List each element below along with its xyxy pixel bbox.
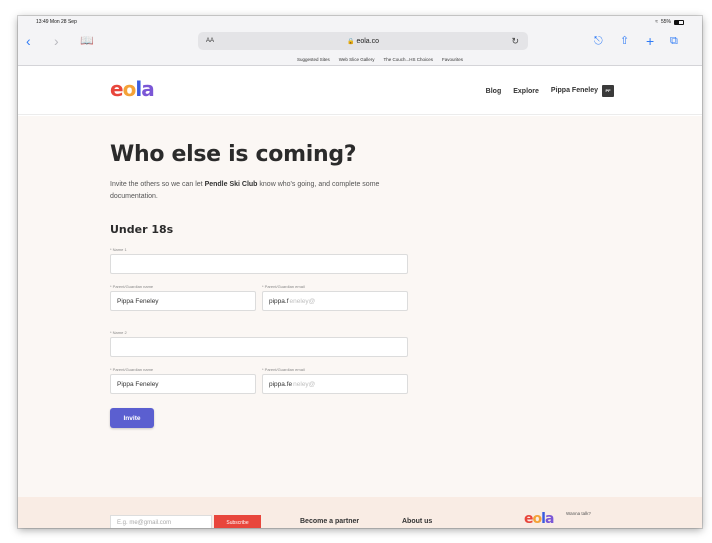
user-menu[interactable]: Pippa Feneley PF xyxy=(551,85,614,97)
wifi-icon: ≈ xyxy=(655,19,658,25)
name-2-label: * Name 2 xyxy=(110,330,127,335)
section-heading: Under 18s xyxy=(110,223,174,236)
main-content: Who else is coming? Invite the others so… xyxy=(18,116,702,497)
tabs-icon[interactable]: ⧉ xyxy=(670,32,678,50)
guardian-email-1-obscured: eneley@ xyxy=(289,297,316,305)
ipad-screen: 13:49 Mon 28 Sep ≈ 55% ‹ › 📖 AA 🔒 eola.c… xyxy=(18,16,702,528)
forward-icon[interactable]: › xyxy=(54,32,59,50)
status-right: ≈ 55% xyxy=(655,19,684,25)
about-link[interactable]: About us xyxy=(402,518,432,525)
guardian-email-1-label: * Parent/Guardian email xyxy=(262,284,305,289)
avatar: PF xyxy=(602,85,614,97)
nav-blog[interactable]: Blog xyxy=(486,88,502,95)
page-title: Who else is coming? xyxy=(110,142,357,167)
invite-button[interactable]: Invite xyxy=(110,408,154,428)
battery-icon xyxy=(674,19,684,25)
favourites-bar: Suggested Sites Web Slice Gallery The Co… xyxy=(18,54,702,66)
fav-the-couch[interactable]: The Couch...HS Choices xyxy=(383,57,433,62)
fav-favourites[interactable]: Favourites xyxy=(442,57,463,62)
browser-toolbar: ‹ › 📖 AA 🔒 eola.co ↻ ⎋ ⇧ + ⧉ xyxy=(18,28,702,54)
site-footer: E.g. me@gmail.com Subscribe Become a par… xyxy=(18,497,702,528)
eola-logo[interactable]: eola xyxy=(110,77,155,101)
site-header: eola Blog Explore Pippa Feneley PF xyxy=(18,67,702,115)
guardian-email-2-label: * Parent/Guardian email xyxy=(262,367,305,372)
reload-icon[interactable]: ↻ xyxy=(511,36,519,47)
name-1-input[interactable] xyxy=(110,254,408,274)
guardian-name-1-input[interactable]: Pippa Feneley xyxy=(110,291,256,311)
name-2-input[interactable] xyxy=(110,337,408,357)
nav-explore[interactable]: Explore xyxy=(513,88,539,95)
guardian-name-2-input[interactable]: Pippa Feneley xyxy=(110,374,256,394)
name-1-label: * Name 1 xyxy=(110,247,127,252)
status-bar: 13:49 Mon 28 Sep ≈ 55% xyxy=(18,16,702,28)
site-nav: Blog Explore Pippa Feneley PF xyxy=(486,85,614,97)
battery-percent: 55% xyxy=(660,19,671,25)
newsletter-email-input[interactable]: E.g. me@gmail.com xyxy=(110,515,212,528)
url-text: eola.co xyxy=(356,37,380,45)
partner-link[interactable]: Become a partner xyxy=(300,518,359,525)
talk-text: Wanna talk? xyxy=(566,511,591,516)
bookmarks-icon[interactable]: 📖 xyxy=(80,32,94,50)
download-icon[interactable]: ⎋ xyxy=(594,32,603,50)
subscribe-button[interactable]: Subscribe xyxy=(214,515,261,528)
guardian-email-2-obscured: neley@ xyxy=(293,380,316,388)
reader-aa-button[interactable]: AA xyxy=(206,38,214,44)
guardian-name-1-label: * Parent/Guardian name xyxy=(110,284,154,289)
back-icon[interactable]: ‹ xyxy=(26,32,31,50)
guardian-email-1-input[interactable]: pippa.f eneley@ xyxy=(262,291,408,311)
guardian-email-2-input[interactable]: pippa.fe neley@ xyxy=(262,374,408,394)
intro-text: Invite the others so we can let Pendle S… xyxy=(110,181,380,200)
status-time: 13:49 Mon 28 Sep xyxy=(36,19,77,25)
club-name: Pendle Ski Club xyxy=(204,181,258,188)
fav-suggested-sites[interactable]: Suggested Sites xyxy=(297,57,330,62)
fav-web-slice-gallery[interactable]: Web Slice Gallery xyxy=(339,57,375,62)
guardian-name-2-label: * Parent/Guardian name xyxy=(110,367,154,372)
lock-icon: 🔒 xyxy=(346,38,355,45)
footer-logo[interactable]: eola xyxy=(524,511,554,527)
new-tab-icon[interactable]: + xyxy=(646,32,654,50)
address-bar[interactable]: AA 🔒 eola.co ↻ xyxy=(198,32,528,50)
share-icon[interactable]: ⇧ xyxy=(620,32,629,50)
